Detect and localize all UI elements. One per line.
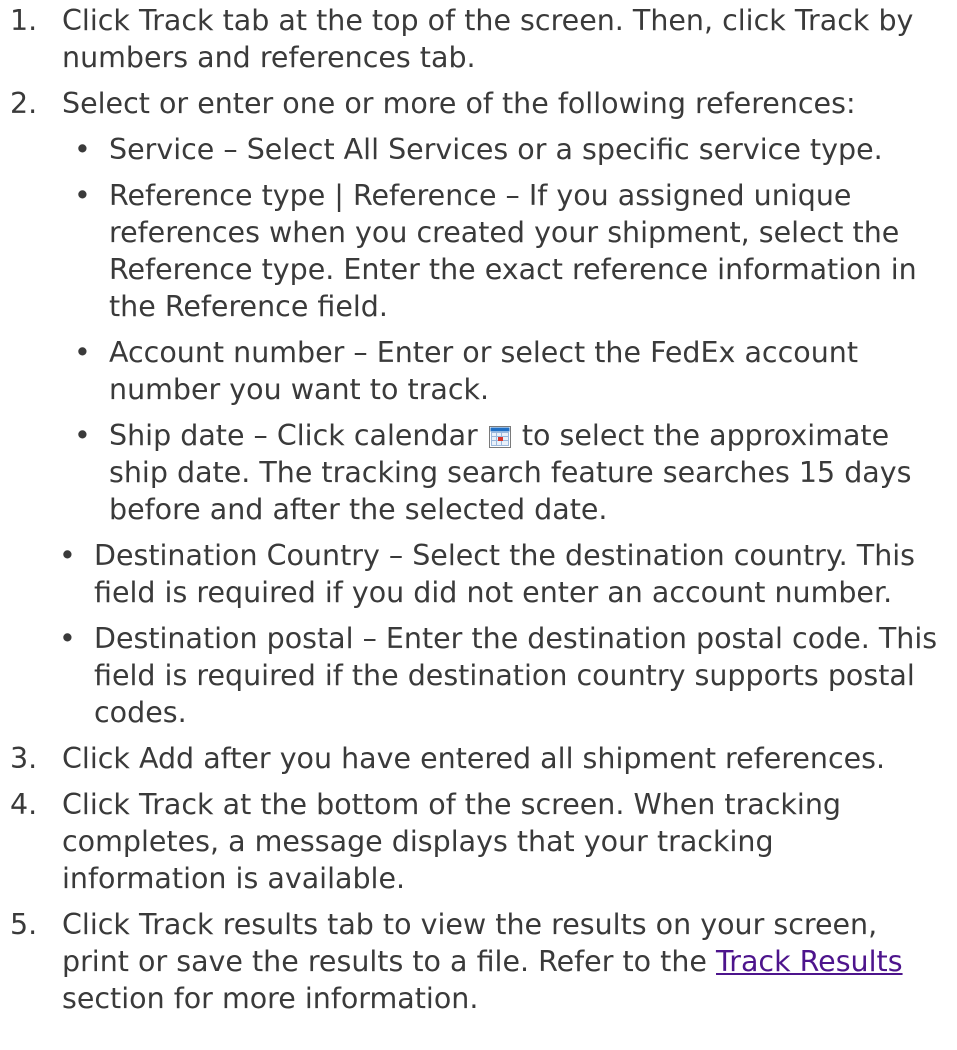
bullet-text: Destination Country – Select the destina…: [94, 539, 916, 609]
bullet-dot: •: [74, 419, 91, 452]
track-results-link[interactable]: Track Results: [716, 945, 903, 978]
step-3: 3. Click Add after you have entered all …: [0, 740, 957, 777]
reference-options-list: • Service – Select All Services or a spe…: [59, 131, 945, 731]
step-5: 5. Click Track results tab to view the r…: [0, 906, 957, 1017]
bullet-dot: •: [59, 539, 76, 572]
bullet-dot: •: [74, 336, 91, 369]
step-text: Click Track tab at the top of the screen…: [62, 4, 914, 74]
step-1: 1. Click Track tab at the top of the scr…: [0, 2, 957, 76]
step-text-after: section for more information.: [62, 982, 479, 1015]
step-text: Click Add after you have entered all shi…: [62, 742, 886, 775]
bullet-dot: •: [74, 133, 91, 166]
bullet-dot: •: [59, 622, 76, 655]
list-item-destination-postal: • Destination postal – Enter the destina…: [47, 620, 945, 731]
list-item-service: • Service – Select All Services or a spe…: [62, 131, 945, 168]
instructions-page: 1. Click Track tab at the top of the scr…: [0, 0, 957, 1050]
step-4: 4. Click Track at the bottom of the scre…: [0, 786, 957, 897]
bullet-dot: •: [74, 179, 91, 212]
step-number: 3.: [10, 742, 38, 775]
step-text: Select or enter one or more of the follo…: [62, 87, 856, 120]
bullet-text: Destination postal – Enter the destinati…: [94, 622, 938, 729]
step-number: 2.: [10, 87, 38, 120]
step-number: 4.: [10, 788, 38, 821]
calendar-icon: [488, 420, 511, 448]
list-item-destination-country: • Destination Country – Select the desti…: [47, 537, 945, 611]
bullet-text: Reference type | Reference – If you assi…: [109, 179, 917, 323]
step-2: 2. Select or enter one or more of the fo…: [0, 85, 957, 731]
bullet-text-before: Ship date – Click calendar: [109, 419, 478, 452]
list-item-reference-type: • Reference type | Reference – If you as…: [62, 177, 945, 325]
list-item-account-number: • Account number – Enter or select the F…: [62, 334, 945, 408]
bullet-text: Service – Select All Services or a speci…: [109, 133, 883, 166]
step-number: 5.: [10, 908, 38, 941]
step-number: 1.: [10, 4, 38, 37]
list-item-ship-date: • Ship date – Click calendar to select t: [62, 417, 945, 528]
bullet-text: Account number – Enter or select the Fed…: [109, 336, 859, 406]
step-text: Click Track at the bottom of the screen.…: [62, 788, 841, 895]
